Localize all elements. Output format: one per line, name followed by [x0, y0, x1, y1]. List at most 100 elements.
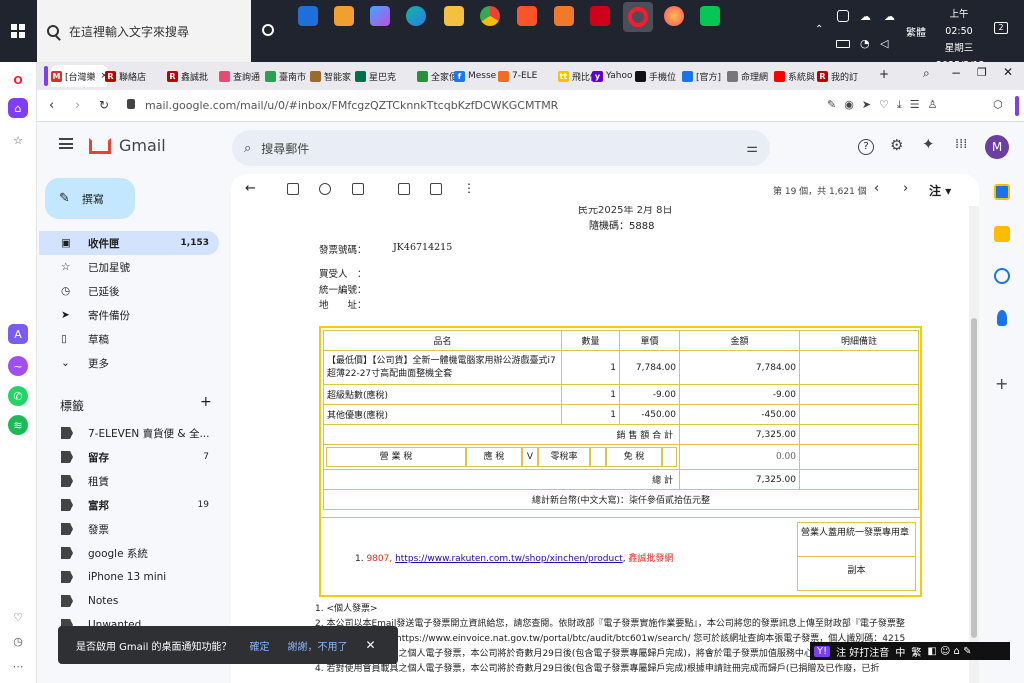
forward-icon[interactable]: › [75, 98, 80, 113]
tab-5[interactable]: 智能家 [310, 65, 354, 87]
outlook-app-icon[interactable] [298, 6, 318, 26]
history-icon[interactable]: ◷ [8, 631, 28, 651]
volume-icon[interactable]: ◁ [880, 37, 888, 50]
nav-item-1[interactable]: ☆ 已加星號 [39, 255, 219, 279]
workspace-icon[interactable]: ⌂ [8, 98, 28, 118]
label-item-3[interactable]: 富邦 19 [39, 493, 219, 517]
whatsapp-icon[interactable]: ✆ [8, 386, 28, 406]
ime-tools-icon[interactable]: ◧ ☺ ⌂ ✎ [927, 646, 971, 657]
start-button[interactable] [0, 0, 36, 62]
archive-icon[interactable] [287, 183, 299, 195]
task-view-icon[interactable] [262, 24, 274, 36]
lock-icon[interactable] [127, 99, 135, 109]
label-item-4[interactable]: 發票 [39, 517, 219, 541]
more-icon[interactable]: ⋯ [8, 656, 28, 676]
spotify-icon[interactable]: ≋ [8, 415, 28, 435]
tab-9[interactable]: 7-ELE [498, 65, 542, 87]
wifi-icon[interactable]: ◔ [860, 37, 870, 50]
older-icon[interactable]: › [903, 181, 908, 196]
tab-1[interactable]: R聯絡店× [105, 65, 149, 87]
file-explorer-icon[interactable] [444, 6, 464, 26]
add-addon-button[interactable]: + [995, 374, 1008, 393]
tab-15[interactable]: 系統與 [774, 65, 818, 87]
help-icon[interactable]: ? [858, 139, 874, 155]
search-icon[interactable]: ⌕ [244, 141, 251, 156]
ime-mode-traditional[interactable]: 繁 [911, 644, 921, 659]
tab-3[interactable]: 查詢通 [219, 65, 263, 87]
compose-button[interactable]: ✎ 撰寫 [45, 178, 135, 219]
mail-search-input[interactable]: ⌕ 搜尋郵件 ⚌ [232, 130, 770, 166]
snackbar-ok-button[interactable]: 確定 [250, 638, 270, 653]
messenger-icon[interactable]: ~ [8, 356, 28, 376]
calendar-icon[interactable] [994, 184, 1010, 200]
label-item-5[interactable]: google 系統 [39, 541, 219, 565]
edge-app-icon[interactable] [406, 6, 426, 26]
contacts-icon[interactable] [997, 310, 1007, 326]
store-app-icon[interactable] [334, 6, 354, 26]
star-icon[interactable]: ☆ [8, 130, 28, 150]
back-to-inbox-icon[interactable]: ← [245, 181, 256, 196]
tab-search-icon[interactable]: ⌕ [923, 66, 930, 81]
message-scrollbar[interactable] [969, 206, 979, 683]
nav-item-2[interactable]: ◷ 已延後 [39, 279, 219, 303]
gemini-icon[interactable]: ✦ [922, 135, 935, 153]
gmail-logo-icon[interactable] [89, 138, 111, 154]
ime-mode-chinese[interactable]: 中 [895, 644, 905, 659]
extensions-icon[interactable]: ⬡ [993, 98, 1003, 111]
firefox-app-icon[interactable] [664, 6, 684, 26]
tab-14[interactable]: 命理網 [727, 65, 771, 87]
avatar[interactable]: M [985, 135, 1009, 159]
add-label-button[interactable]: + [200, 394, 212, 410]
ime-indicator[interactable]: 繁體 [906, 24, 926, 39]
back-icon[interactable]: ‹ [49, 98, 54, 113]
shop-link[interactable]: https://www.rakuten.com.tw/shop/xinchen/… [395, 554, 623, 564]
settings-gear-icon[interactable]: ⚙ [890, 136, 903, 154]
label-item-7[interactable]: Notes [39, 589, 219, 613]
tasks-icon[interactable] [994, 268, 1010, 284]
chrome-app-icon[interactable] [480, 6, 500, 26]
brave-app-icon[interactable] [517, 6, 537, 26]
minimize-button[interactable]: − [951, 66, 961, 80]
tab-16[interactable]: R 我的訂 [817, 65, 861, 87]
more-options-icon[interactable]: ⋮ [463, 181, 475, 195]
reload-icon[interactable]: ↻ [99, 98, 109, 112]
move-to-icon[interactable] [430, 183, 442, 195]
label-item-6[interactable]: iPhone 13 mini [39, 565, 219, 589]
aria-icon[interactable]: A [8, 324, 28, 344]
tray-icon[interactable] [837, 10, 849, 22]
tab-2[interactable]: R鑫誠批× [167, 65, 211, 87]
tab-6[interactable]: 星巴克 [355, 65, 399, 87]
battery-icon[interactable] [836, 40, 850, 48]
main-menu-icon[interactable] [59, 138, 73, 149]
app-icon[interactable] [554, 6, 574, 26]
vivaldi-app-icon[interactable] [590, 6, 610, 26]
tab-11[interactable]: y Yahoo [592, 65, 636, 87]
address-actions[interactable]: ✎◉➤♡⤓☰♙ [827, 98, 945, 112]
maximize-button[interactable]: ❐ [977, 66, 987, 79]
tab-12[interactable]: 手機位 [635, 65, 679, 87]
nav-item-5[interactable]: ⌄ 更多 [39, 351, 219, 375]
nav-item-4[interactable]: ▯ 草稿 [39, 327, 219, 351]
chevron-up-icon[interactable]: ⌃ [815, 24, 823, 35]
keep-icon[interactable] [994, 226, 1010, 242]
heart-icon[interactable]: ♡ [8, 607, 28, 627]
tab-4[interactable]: 臺南市 [265, 65, 309, 87]
nav-item-3[interactable]: ➤ 寄件備份 [39, 303, 219, 327]
copilot-app-icon[interactable] [370, 6, 390, 26]
apps-grid-icon[interactable]: ⁞⁞⁞ [955, 137, 967, 152]
weather-icon[interactable]: ☁ [884, 10, 895, 23]
nav-item-0[interactable]: ▣ 收件匣 1,153 [39, 231, 219, 255]
yahoo-ime-icon[interactable]: Y! [814, 645, 831, 657]
tab-0[interactable]: M [台灣樂 × [51, 65, 107, 87]
opera-app-icon-active[interactable] [623, 2, 653, 32]
close-icon[interactable]: ✕ [366, 638, 376, 652]
taskbar-search[interactable]: 在這裡輸入文字來搜尋 [37, 0, 251, 62]
scrollbar-thumb[interactable] [971, 318, 977, 638]
report-spam-icon[interactable] [319, 183, 331, 195]
line-app-icon[interactable] [700, 6, 720, 26]
label-item-1[interactable]: 留存 7 [39, 445, 219, 469]
label-item-0[interactable]: 7-ELEVEN 賣貨便 & 全... [39, 421, 219, 445]
gmail-brand[interactable]: Gmail [119, 136, 166, 155]
input-tools[interactable]: 注 ▾ [929, 182, 951, 199]
tab-8[interactable]: f Messe [454, 65, 498, 87]
